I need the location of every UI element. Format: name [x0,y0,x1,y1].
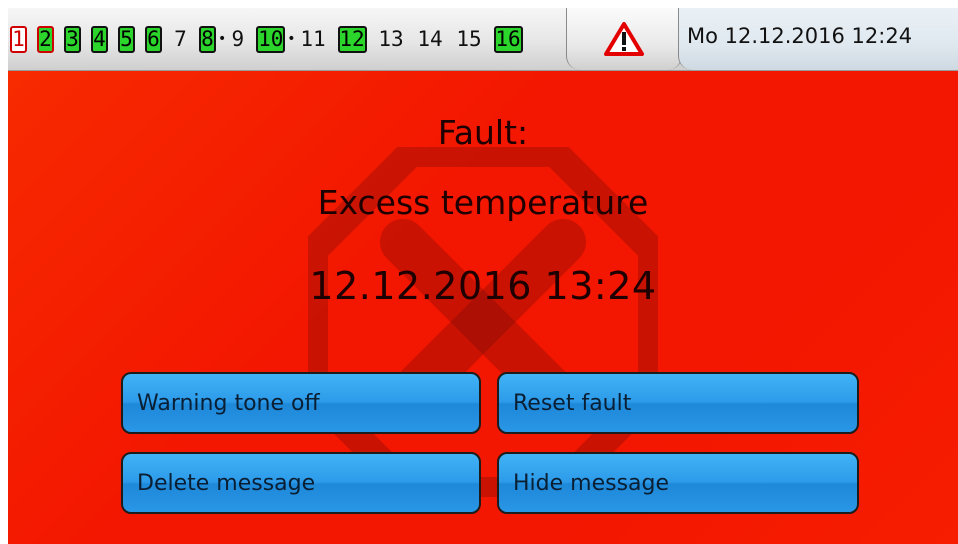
output-9[interactable]: 9 [229,26,246,53]
warning-tone-off-button[interactable]: Warning tone off [121,372,481,434]
output-1[interactable]: 1 [10,25,27,53]
output-12[interactable]: 12 [337,25,367,53]
output-16[interactable]: 16 [493,25,523,53]
output-8[interactable]: 8 [199,25,216,53]
output-7[interactable]: 7 [172,26,189,53]
output-6[interactable]: 6 [145,25,162,53]
controller-screen: 1 2 3 4 5 6 7 8 • 9 10 • 11 12 13 14 15 16 Mo 12.12.2016 … [8,8,958,544]
status-bar: 1 2 3 4 5 6 7 8 • 9 10 • 11 12 13 14 15 16 Mo 12.12.2016 … [8,8,958,71]
fault-message-panel: Fault: Excess temperature 12.12.2016 13:… [8,71,958,544]
current-datetime: Mo 12.12.2016 12:24 [687,24,913,48]
output-2[interactable]: 2 [37,25,54,53]
output-5[interactable]: 5 [118,25,135,53]
output-14[interactable]: 14 [416,26,445,53]
datetime-tab[interactable]: Mo 12.12.2016 12:24 [678,8,958,70]
output-13[interactable]: 13 [377,26,406,53]
warning-tab[interactable] [566,8,682,70]
warning-triangle-icon [604,22,644,56]
output-4[interactable]: 4 [91,25,108,53]
output-status-list[interactable]: 1 2 3 4 5 6 7 8 • 9 10 • 11 12 13 14 15 16 [10,8,568,70]
output-link-dot: • [287,31,296,47]
output-11[interactable]: 11 [299,26,328,53]
reset-fault-button[interactable]: Reset fault [497,372,859,434]
delete-message-button[interactable]: Delete message [121,452,481,514]
output-3[interactable]: 3 [64,25,81,53]
fault-title: Fault: [437,113,529,152]
fault-name: Excess temperature [317,183,649,222]
output-10[interactable]: 10 [256,25,286,53]
output-15[interactable]: 15 [455,26,484,53]
hide-message-button[interactable]: Hide message [497,452,859,514]
output-link-dot: • [218,31,227,47]
fault-timestamp: 12.12.2016 13:24 [309,264,657,308]
